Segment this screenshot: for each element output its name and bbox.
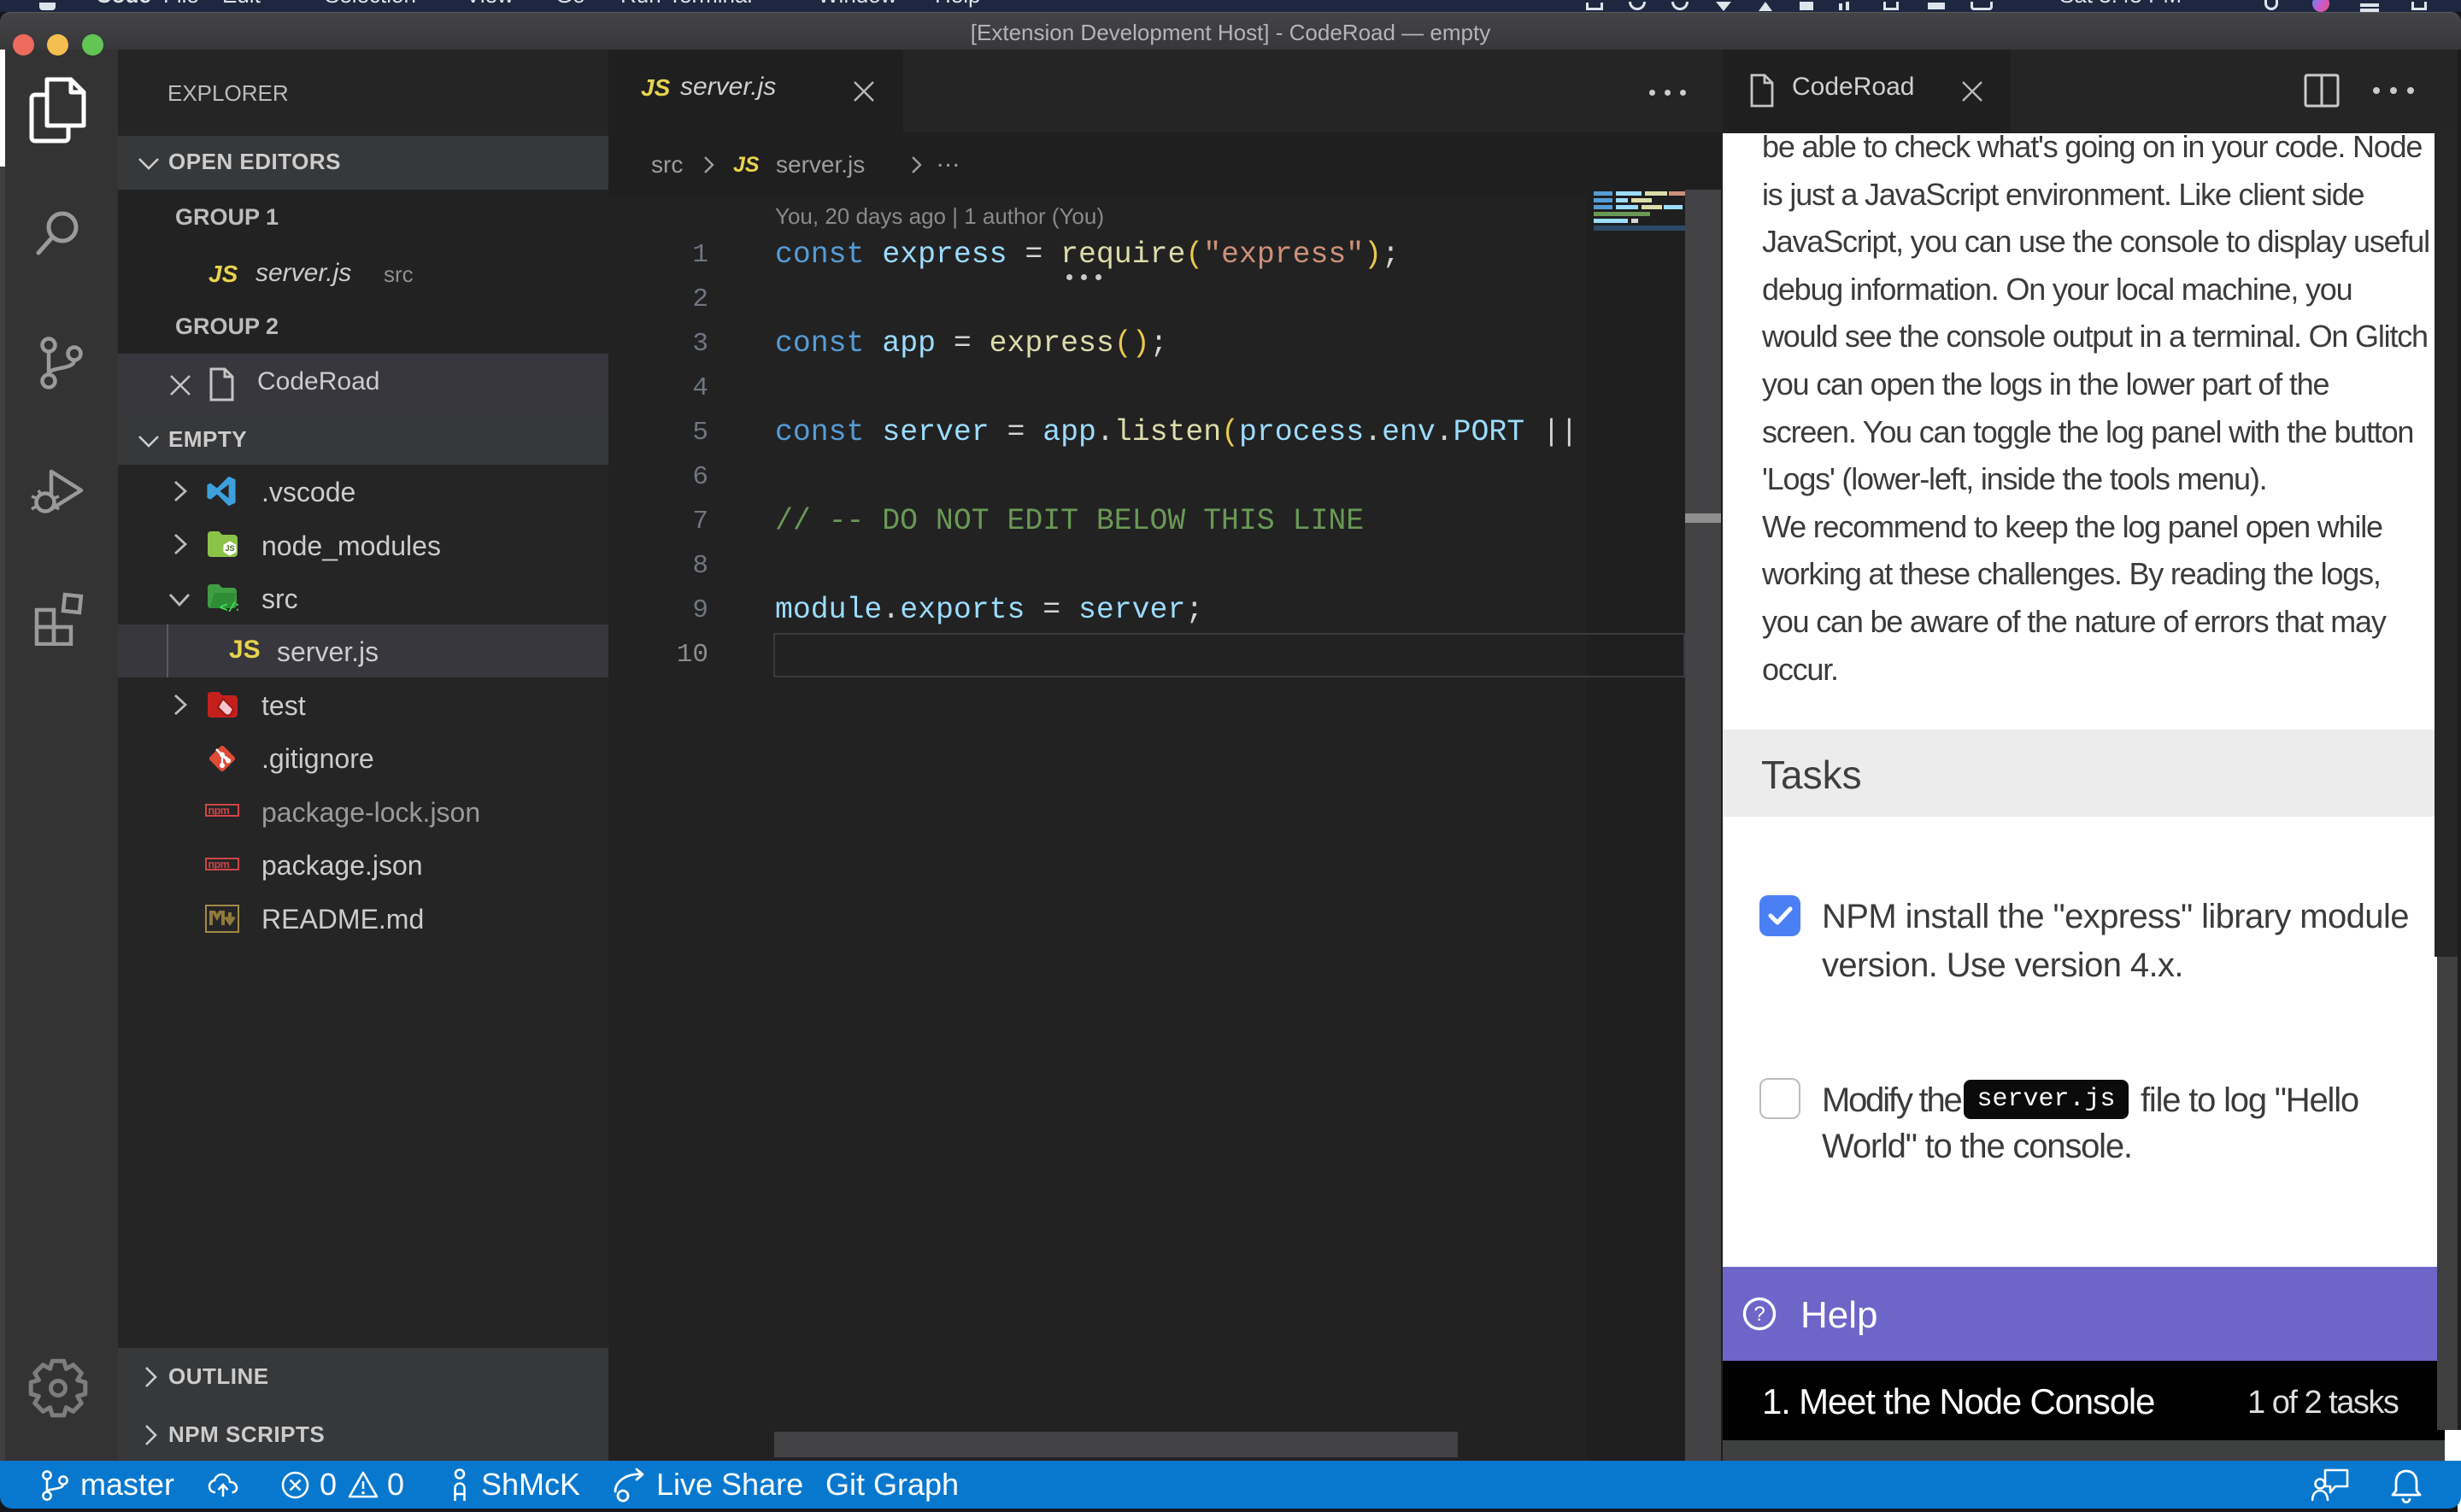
svg-text:JS: JS: [226, 544, 235, 553]
svg-text:npm: npm: [209, 859, 230, 870]
svg-text:npm: npm: [209, 805, 230, 817]
svg-text:?: ?: [1753, 1303, 1765, 1326]
svg-text:</>: </>: [220, 601, 238, 613]
